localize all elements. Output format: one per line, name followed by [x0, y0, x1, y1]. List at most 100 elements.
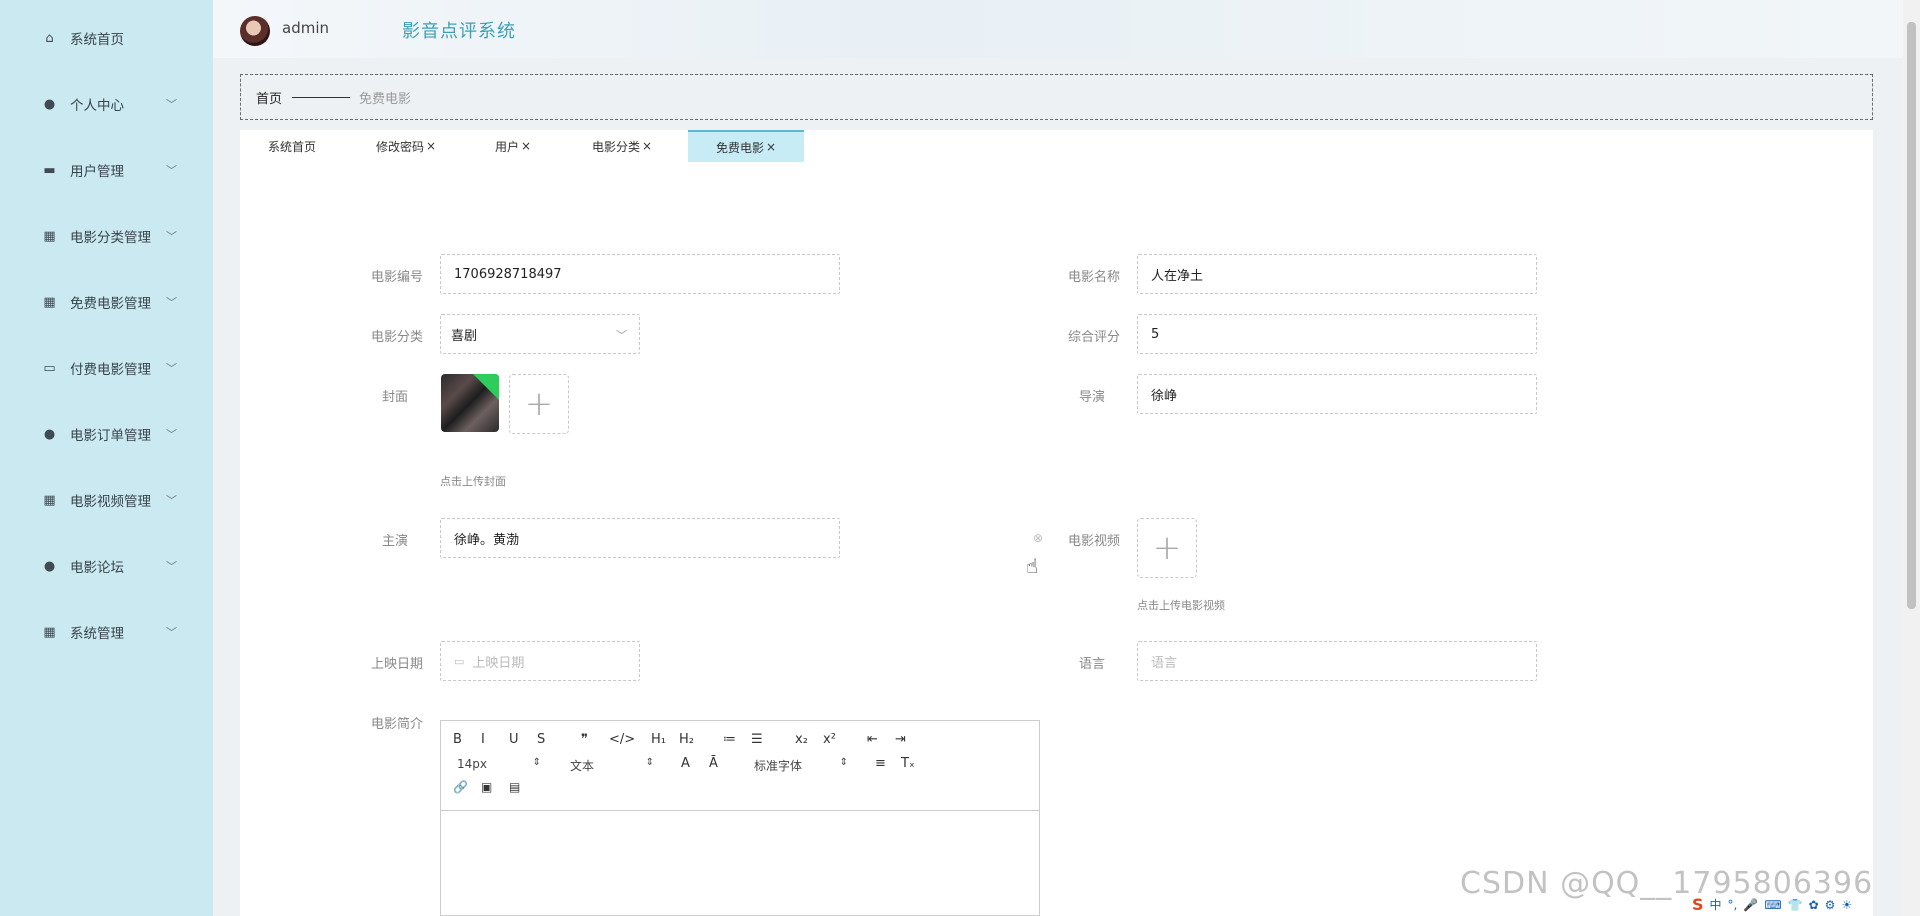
actors-input[interactable]: 徐峥。黄渤 [440, 518, 840, 558]
close-icon[interactable]: × [426, 139, 436, 153]
bullet-list-icon[interactable]: ☰ [751, 732, 763, 747]
sidebar-item-label: 电影订单管理 [70, 428, 151, 444]
director-label: 导演 [1078, 390, 1105, 405]
calendar-icon: ▭ [454, 654, 465, 668]
tray-icon[interactable]: ✿ [1809, 898, 1819, 912]
updown-icon: ⇕ [532, 757, 541, 768]
sidebar-item-9[interactable]: ▦ 系统管理 ﹀ [0, 612, 213, 652]
language-placeholder: 语言 [1151, 655, 1178, 671]
breadcrumb-current: 免费电影 [359, 91, 412, 107]
cover-upload-button[interactable]: + [509, 374, 569, 434]
language-input[interactable]: 语言 [1137, 641, 1537, 681]
sidebar-item-1[interactable]: ● 个人中心 ﹀ [0, 84, 213, 124]
sidebar-item-8[interactable]: ● 电影论坛 ﹀ [0, 546, 213, 586]
sidebar-item-label: 电影论坛 [70, 560, 124, 576]
intro-label: 电影简介 [370, 717, 423, 732]
quote-icon[interactable]: ❞ [581, 732, 588, 747]
h1-icon[interactable]: H₁ [651, 732, 666, 747]
director-input[interactable]: 徐峥 [1137, 374, 1537, 414]
video-label: 电影视频 [1067, 534, 1120, 549]
h2-icon[interactable]: H₂ [679, 732, 694, 747]
category-select[interactable]: 喜剧 ﹀ [440, 314, 640, 354]
cover-thumbnail[interactable] [441, 374, 499, 432]
intro-rich-editor[interactable]: B I U S ❞ </> H₁ H₂ ≔ ☰ x₂ x² ⇤ ⇥ 14px ⇕ 文本 ⇕ 标准字体 ⇕ A Ā ≡ Tₓ 🔗 ▣… [440, 720, 1040, 916]
align-icon[interactable]: ≡ [875, 756, 886, 771]
sidebar-item-3[interactable]: ▦ 电影分类管理 ﹀ [0, 216, 213, 256]
background-color-icon[interactable]: Ā [709, 756, 718, 771]
sidebar-item-7[interactable]: ▦ 电影视频管理 ﹀ [0, 480, 213, 520]
chevron-down-icon: ﹀ [166, 230, 177, 243]
indent-icon[interactable]: ⇥ [895, 732, 906, 747]
tab-1[interactable]: 修改密码 × [352, 130, 460, 162]
cover-upload-hint: 点击上传封面 [440, 475, 506, 488]
tray-icon[interactable]: ⌨ [1764, 898, 1781, 912]
system-tray: S 中 °, 🎤 ⌨ 👕 ✿ ⚙ ☀ [1692, 893, 1903, 916]
tab-0[interactable]: 系统首页 [240, 130, 344, 162]
sidebar-item-label: 系统首页 [70, 32, 124, 48]
close-icon[interactable]: × [521, 139, 531, 153]
movie-id-input[interactable]: 1706928718497 [440, 254, 840, 294]
scrollbar-thumb[interactable] [1907, 22, 1916, 609]
tab-4[interactable]: 免费电影 × [688, 130, 804, 162]
strike-icon[interactable]: S [537, 732, 545, 747]
sidebar-item-label: 电影分类管理 [70, 230, 151, 246]
bold-icon[interactable]: B [453, 732, 462, 747]
tab-label: 电影分类 [591, 139, 640, 154]
font-family-select[interactable]: 标准字体 ⇕ [754, 757, 848, 774]
close-icon[interactable]: × [642, 139, 652, 153]
font-color-icon[interactable]: A [681, 756, 690, 771]
tab-2[interactable]: 用户 × [470, 130, 556, 162]
breadcrumb-home[interactable]: 首页 [256, 88, 282, 107]
rating-input[interactable]: 5 [1137, 314, 1537, 354]
actors-value: 徐峥。黄渤 [454, 532, 520, 548]
grid-icon: ▦ [43, 492, 56, 508]
clear-format-icon[interactable]: Tₓ [901, 756, 915, 771]
image-icon[interactable]: ▣ [481, 780, 492, 794]
sidebar: ⌂ 系统首页 ● 个人中心 ﹀ ▬ 用户管理 ﹀ ▦ 电影分类管理 ﹀ ▦ 免费电影管理 ﹀ ▭ 付费电影管理… [0, 0, 213, 916]
tab-label: 用户 [494, 139, 519, 154]
movie-id-label: 电影编号 [370, 270, 423, 285]
code-icon[interactable]: </> [609, 732, 635, 747]
breadcrumb: 首页 免费电影 [240, 74, 1873, 120]
sidebar-item-0[interactable]: ⌂ 系统首页 [0, 18, 213, 58]
tray-icon[interactable]: ☀ [1841, 898, 1852, 912]
font-size-select[interactable]: 14px ⇕ [457, 757, 541, 771]
ordered-list-icon[interactable]: ≔ [723, 732, 736, 747]
sidebar-item-label: 个人中心 [70, 98, 124, 114]
page-scrollbar[interactable] [1903, 0, 1920, 916]
sidebar-item-4[interactable]: ▦ 免费电影管理 ﹀ [0, 282, 213, 322]
sidebar-item-label: 电影视频管理 [70, 494, 151, 510]
sidebar-item-5[interactable]: ▭ 付费电影管理 ﹀ [0, 348, 213, 388]
video-upload-button[interactable]: + [1137, 518, 1197, 578]
tray-icon[interactable]: 🎤 [1743, 898, 1758, 912]
user-icon: ● [43, 96, 56, 112]
text-type-select[interactable]: 文本 ⇕ [570, 757, 654, 774]
subscript-icon[interactable]: x₂ [795, 732, 808, 747]
monitor-icon: ▭ [43, 360, 56, 376]
chevron-down-icon: ﹀ [166, 98, 177, 111]
tray-icon[interactable]: 👕 [1788, 898, 1803, 912]
italic-icon[interactable]: I [481, 732, 485, 747]
user-avatar[interactable] [240, 16, 270, 46]
superscript-icon[interactable]: x² [823, 732, 836, 747]
language-label: 语言 [1078, 657, 1105, 672]
link-icon[interactable]: 🔗 [453, 780, 468, 794]
cover-label: 封面 [381, 390, 408, 405]
tray-icon[interactable]: °, [1728, 898, 1738, 912]
release-date-input[interactable]: ▭ 上映日期 [440, 641, 640, 681]
username-label[interactable]: admin [282, 19, 329, 37]
tab-3[interactable]: 电影分类 × [570, 130, 674, 162]
tray-icon[interactable]: S [1692, 895, 1704, 914]
tray-icon[interactable]: ⚙ [1825, 898, 1836, 912]
tab-label: 系统首页 [267, 139, 316, 154]
underline-icon[interactable]: U [509, 732, 519, 747]
sidebar-item-2[interactable]: ▬ 用户管理 ﹀ [0, 150, 213, 190]
category-label: 电影分类 [370, 330, 423, 345]
outdent-icon[interactable]: ⇤ [867, 732, 878, 747]
close-icon[interactable]: × [766, 140, 776, 154]
sidebar-item-6[interactable]: ● 电影订单管理 ﹀ [0, 414, 213, 454]
movie-name-input[interactable]: 人在净土 [1137, 254, 1537, 294]
tray-icon[interactable]: 中 [1710, 896, 1722, 913]
chevron-down-icon: ﹀ [616, 329, 627, 342]
video-icon[interactable]: ▤ [509, 780, 520, 794]
